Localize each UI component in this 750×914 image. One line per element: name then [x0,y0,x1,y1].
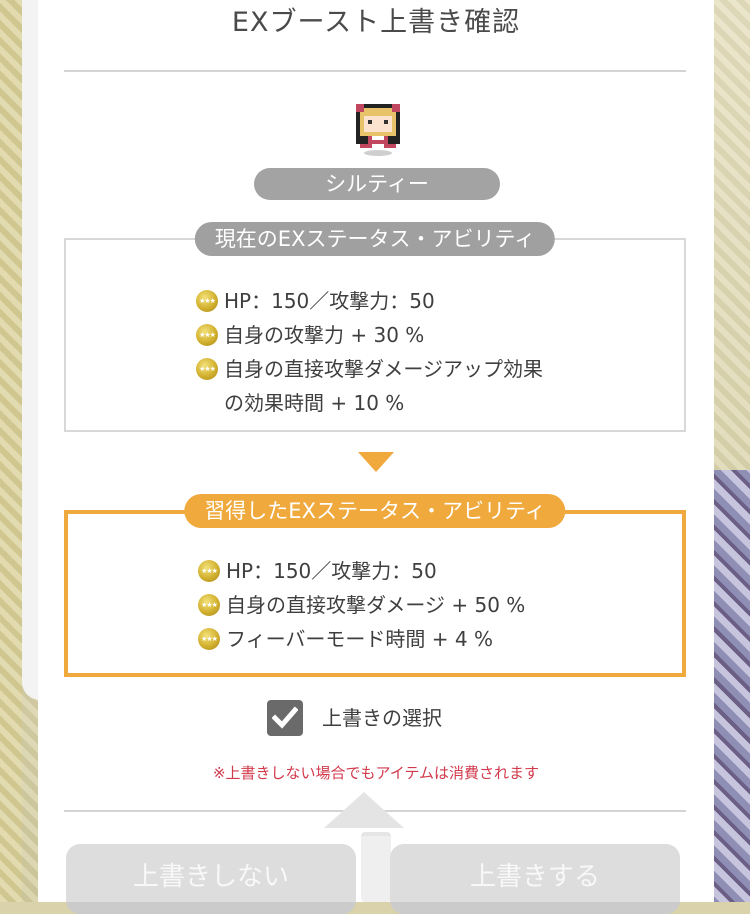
sprite-shadow [364,150,392,156]
status-text: HP：150／攻撃力：50 [226,559,437,583]
acquired-ex-status-header: 習得したEXステータス・アビリティ [184,494,566,528]
arrow-down-icon [358,452,394,472]
status-text: 自身の直接攻撃ダメージ + 50 % [226,593,526,617]
dialog-title: EXブースト上書き確認 [231,7,521,38]
dialog-panel: EXブースト上書き確認 シルティー 現在のEXステータス・アビリティ ★★★ H… [38,0,714,914]
background-character-art [710,470,750,902]
list-item: ★★★ HP：150／攻撃力：50 [196,284,554,318]
acquired-ex-status-box: 習得したEXステータス・アビリティ ★★★ HP：150／攻撃力：50 ★★★ … [64,494,686,677]
list-item: ★★★ 自身の直接攻撃ダメージアップ効果の効果時間 + 10 % [196,352,554,420]
title-divider [64,70,686,72]
star-coin-icon: ★★★ [198,594,220,616]
star-coin-icon: ★★★ [196,324,218,346]
list-item: ★★★ 自身の直接攻撃ダメージ + 50 % [198,588,556,622]
scroll-up-indicator-icon [324,792,404,828]
status-text: 自身の攻撃力 + 30 % [224,323,425,347]
list-item: ★★★ HP：150／攻撃力：50 [198,554,556,588]
current-ex-status-list: ★★★ HP：150／攻撃力：50 ★★★ 自身の攻撃力 + 30 % ★★★ … [196,284,554,420]
star-coin-icon: ★★★ [196,358,218,380]
acquired-ex-status-list: ★★★ HP：150／攻撃力：50 ★★★ 自身の直接攻撃ダメージ + 50 %… [198,554,556,656]
star-coin-icon: ★★★ [198,628,220,650]
background-left-edge [0,0,22,902]
checkmark-icon [272,706,298,729]
status-text: フィーバーモード時間 + 4 % [226,627,493,651]
character-sprite-icon [356,104,400,148]
current-ex-status-box: 現在のEXステータス・アビリティ ★★★ HP：150／攻撃力：50 ★★★ 自… [64,222,686,432]
list-item: ★★★ 自身の攻撃力 + 30 % [196,318,554,352]
status-text: 自身の直接攻撃ダメージアップ効果の効果時間 + 10 % [224,357,543,415]
status-text: HP：150／攻撃力：50 [224,289,435,313]
character-name: シルティー [254,168,500,200]
overwrite-checkbox-label[interactable]: 上書きの選択 [322,703,442,733]
current-ex-status-header: 現在のEXステータス・アビリティ [194,222,556,256]
bottom-fade-overlay [38,836,714,902]
star-coin-icon: ★★★ [196,290,218,312]
star-coin-icon: ★★★ [198,560,220,582]
list-item: ★★★ フィーバーモード時間 + 4 % [198,622,556,656]
overwrite-checkbox[interactable] [267,700,303,736]
warning-text: ※上書きしない場合でもアイテムは消費されます [212,764,540,782]
